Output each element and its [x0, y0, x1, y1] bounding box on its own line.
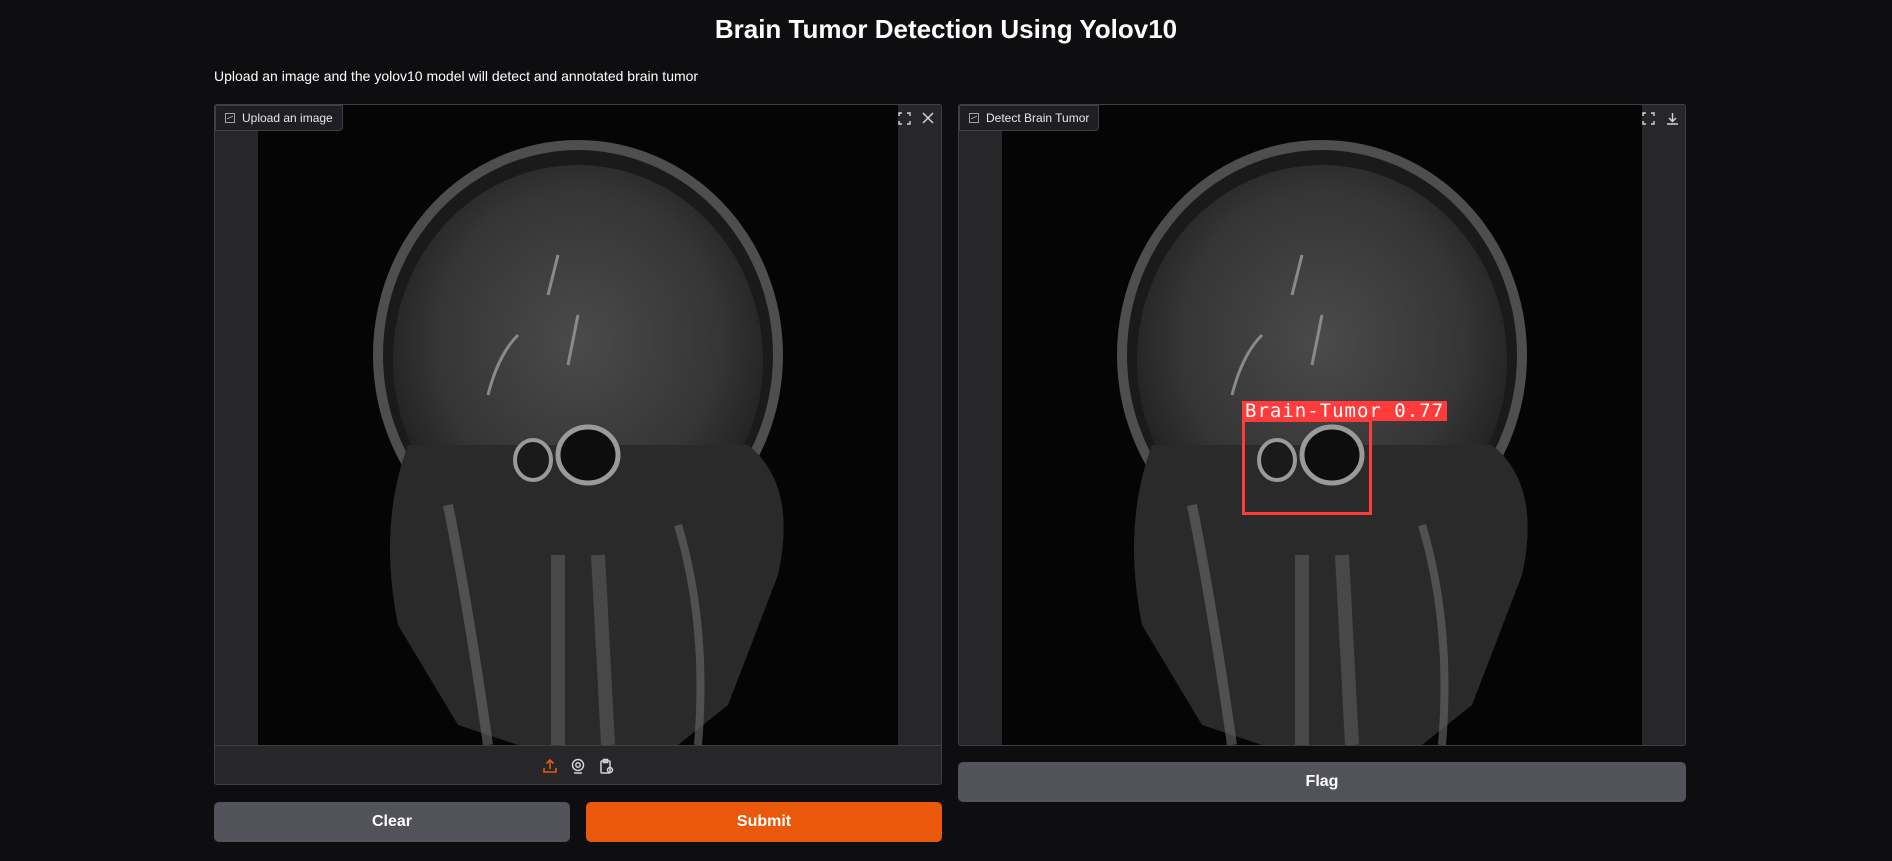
input-image-panel[interactable]: Upload an image — [214, 104, 942, 785]
image-icon — [969, 113, 979, 123]
clear-button[interactable]: Clear — [214, 802, 570, 842]
download-icon[interactable] — [1663, 109, 1681, 127]
input-label-text: Upload an image — [242, 111, 333, 125]
close-icon[interactable] — [919, 109, 937, 127]
webcam-icon[interactable] — [569, 757, 587, 775]
detection-label: Brain-Tumor 0.77 — [1242, 400, 1448, 422]
output-label-text: Detect Brain Tumor — [986, 111, 1090, 125]
input-image-label: Upload an image — [215, 105, 343, 131]
output-mri-image: Brain-Tumor 0.77 — [1002, 105, 1642, 745]
input-source-toolbar — [215, 745, 941, 784]
submit-button[interactable]: Submit — [586, 802, 942, 842]
detection-confidence: 0.77 — [1394, 400, 1445, 422]
page-description: Upload an image and the yolov10 model wi… — [214, 68, 699, 84]
fullscreen-icon[interactable] — [895, 109, 913, 127]
clipboard-icon[interactable] — [597, 757, 615, 775]
upload-icon[interactable] — [541, 757, 559, 775]
fullscreen-icon[interactable] — [1639, 109, 1657, 127]
output-image-panel: Detect Brain Tumor Brain-Tumor 0.77 — [958, 104, 1686, 746]
flag-button[interactable]: Flag — [958, 762, 1686, 802]
image-icon — [225, 113, 235, 123]
detection-bounding-box — [1242, 419, 1372, 515]
output-image-label: Detect Brain Tumor — [959, 105, 1100, 131]
mri-scan-graphic — [258, 105, 898, 745]
page-title: Brain Tumor Detection Using Yolov10 — [714, 14, 1178, 44]
input-mri-image — [258, 105, 898, 745]
